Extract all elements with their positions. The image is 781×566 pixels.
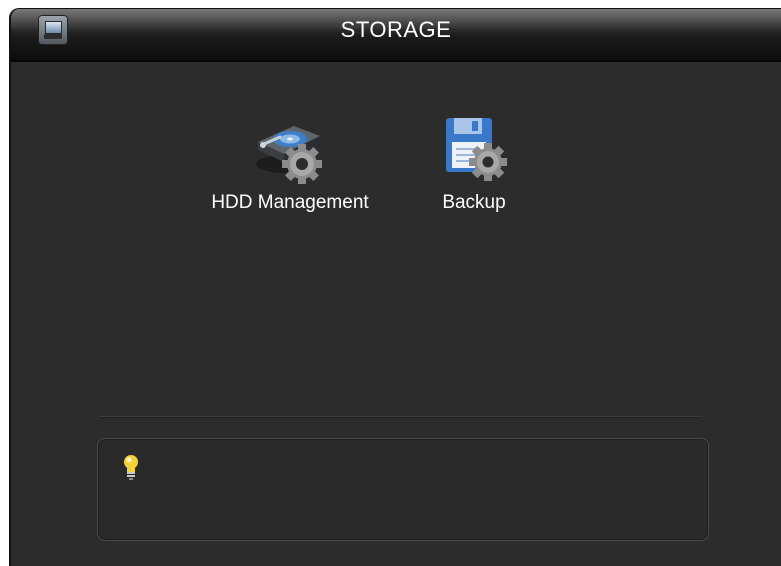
divider <box>99 416 702 418</box>
backup-button[interactable]: Backup <box>424 112 524 214</box>
backup-label: Backup <box>442 192 506 213</box>
storage-window: STORAGE HDD Management Backup <box>9 8 781 566</box>
floppy-gear-icon <box>434 112 514 192</box>
content-area: HDD Management Backup <box>11 62 781 566</box>
hdd-management-button[interactable]: HDD Management <box>195 112 385 214</box>
hdd-management-label: HDD Management <box>211 192 369 213</box>
title-bar: STORAGE <box>11 9 781 62</box>
tip-panel <box>97 438 709 541</box>
hdd-gear-icon <box>250 112 330 192</box>
window-title: STORAGE <box>340 17 452 42</box>
lightbulb-icon <box>122 453 140 481</box>
